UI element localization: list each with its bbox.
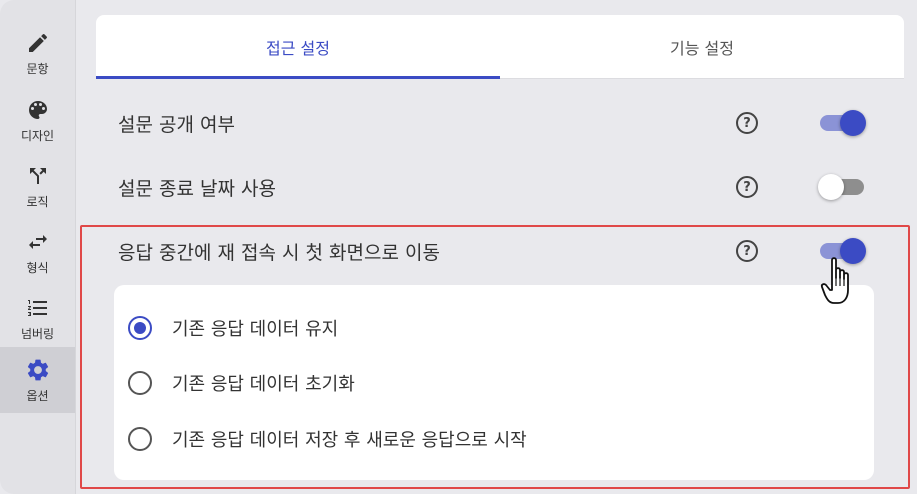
setting-row-reconnect: 응답 중간에 재 접속 시 첫 화면으로 이동 ? (96, 231, 904, 271)
sidebar-item-design[interactable]: 디자인 (0, 87, 75, 153)
sidebar-item-label: 문항 (26, 61, 49, 76)
branch-icon (25, 163, 51, 189)
setting-label: 설문 종료 날짜 사용 (118, 177, 276, 200)
radio-option-keep[interactable]: 기존 응답 데이터 유지 (128, 313, 338, 343)
radio-button[interactable] (128, 316, 152, 340)
sidebar-item-label: 넘버링 (20, 326, 55, 341)
setting-row-end-date: 설문 종료 날짜 사용 ? (96, 167, 904, 207)
sidebar-item-options[interactable]: 옵션 (0, 347, 75, 413)
radio-button[interactable] (128, 371, 152, 395)
setting-row-public: 설문 공개 여부 ? (96, 103, 904, 143)
sidebar-item-questions[interactable]: 문항 (0, 20, 75, 86)
sidebar-item-label: 디자인 (20, 128, 55, 143)
radio-label: 기존 응답 데이터 저장 후 새로운 응답으로 시작 (172, 430, 527, 451)
tab-feature-settings[interactable]: 기능 설정 (500, 15, 904, 78)
swap-arrows-icon (25, 229, 51, 255)
help-icon[interactable]: ? (736, 112, 758, 134)
sidebar-item-label: 로직 (26, 194, 49, 209)
tab-access-settings[interactable]: 접근 설정 (96, 15, 500, 79)
palette-icon (25, 97, 51, 123)
gear-icon (25, 357, 51, 383)
setting-label: 응답 중간에 재 접속 시 첫 화면으로 이동 (118, 241, 440, 264)
radio-option-reset[interactable]: 기존 응답 데이터 초기화 (128, 368, 355, 398)
sidebar: 문항 디자인 로직 형식 넘버링 옵션 (0, 0, 76, 494)
toggle-switch[interactable] (818, 174, 866, 200)
settings-tabs: 접근 설정 기능 설정 (96, 15, 904, 79)
pencil-icon (25, 30, 51, 56)
sidebar-item-label: 옵션 (26, 388, 49, 403)
help-icon[interactable]: ? (736, 176, 758, 198)
sidebar-item-format[interactable]: 형식 (0, 219, 75, 285)
radio-option-save-new[interactable]: 기존 응답 데이터 저장 후 새로운 응답으로 시작 (128, 424, 527, 454)
hand-pointer-cursor-icon (820, 256, 860, 308)
resume-options-card: 기존 응답 데이터 유지 기존 응답 데이터 초기화 기존 응답 데이터 저장 … (114, 285, 874, 480)
numbered-list-icon (25, 295, 51, 321)
sidebar-item-logic[interactable]: 로직 (0, 153, 75, 219)
setting-label: 설문 공개 여부 (118, 113, 235, 136)
app-frame: 문항 디자인 로직 형식 넘버링 옵션 접근 설정 기능 설정 설문 공개 여부… (0, 0, 917, 494)
radio-label: 기존 응답 데이터 초기화 (172, 374, 355, 395)
toggle-knob (818, 174, 844, 200)
sidebar-item-label: 형식 (26, 260, 49, 275)
radio-button[interactable] (128, 427, 152, 451)
help-icon[interactable]: ? (736, 240, 758, 262)
radio-label: 기존 응답 데이터 유지 (172, 319, 339, 340)
sidebar-item-numbering[interactable]: 넘버링 (0, 285, 75, 351)
toggle-switch[interactable] (818, 110, 866, 136)
toggle-knob (840, 110, 866, 136)
